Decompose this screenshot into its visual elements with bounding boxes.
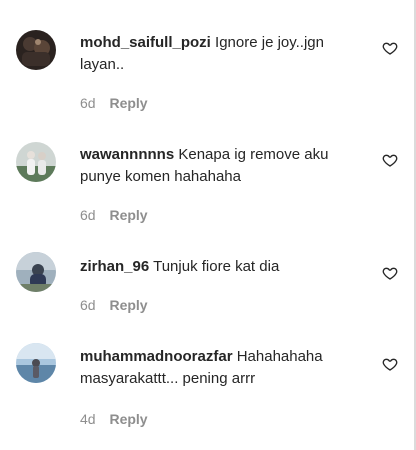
comment-meta: 6d Reply — [80, 94, 148, 112]
comment-body: wawannnnns Kenapa ig remove aku punye ko… — [80, 144, 366, 188]
heart-icon[interactable] — [382, 40, 398, 56]
comment-text: Tunjuk fiore kat dia — [153, 258, 280, 275]
comment-age: 6d — [80, 95, 96, 111]
comment-username[interactable]: mohd_saifull_pozi — [80, 34, 211, 51]
reply-button[interactable]: Reply — [109, 95, 147, 111]
avatar[interactable] — [16, 252, 56, 292]
comment-body: muhammadnoorazfar Hahahahaha masyarakatt… — [80, 346, 366, 390]
reply-button[interactable]: Reply — [109, 297, 147, 313]
comment-username[interactable]: muhammadnoorazfar — [80, 348, 233, 365]
comment-body: mohd_saifull_pozi Ignore je joy..jgn lay… — [80, 32, 366, 76]
comment-body: zirhan_96 Tunjuk fiore kat dia — [80, 256, 366, 278]
comment-username[interactable]: zirhan_96 — [80, 258, 149, 275]
comment-age: 4d — [80, 411, 96, 427]
avatar[interactable] — [16, 142, 56, 182]
comment-meta: 6d Reply — [80, 296, 148, 314]
heart-icon[interactable] — [382, 265, 398, 281]
comment-username[interactable]: wawannnnns — [80, 146, 174, 163]
comment-age: 6d — [80, 297, 96, 313]
comment-meta: 6d Reply — [80, 206, 148, 224]
reply-button[interactable]: Reply — [109, 207, 147, 223]
heart-icon[interactable] — [382, 152, 398, 168]
comment-age: 6d — [80, 207, 96, 223]
avatar[interactable] — [16, 30, 56, 70]
comment-meta: 4d Reply — [80, 410, 148, 428]
heart-icon[interactable] — [382, 356, 398, 372]
avatar[interactable] — [16, 343, 56, 383]
reply-button[interactable]: Reply — [109, 411, 147, 427]
